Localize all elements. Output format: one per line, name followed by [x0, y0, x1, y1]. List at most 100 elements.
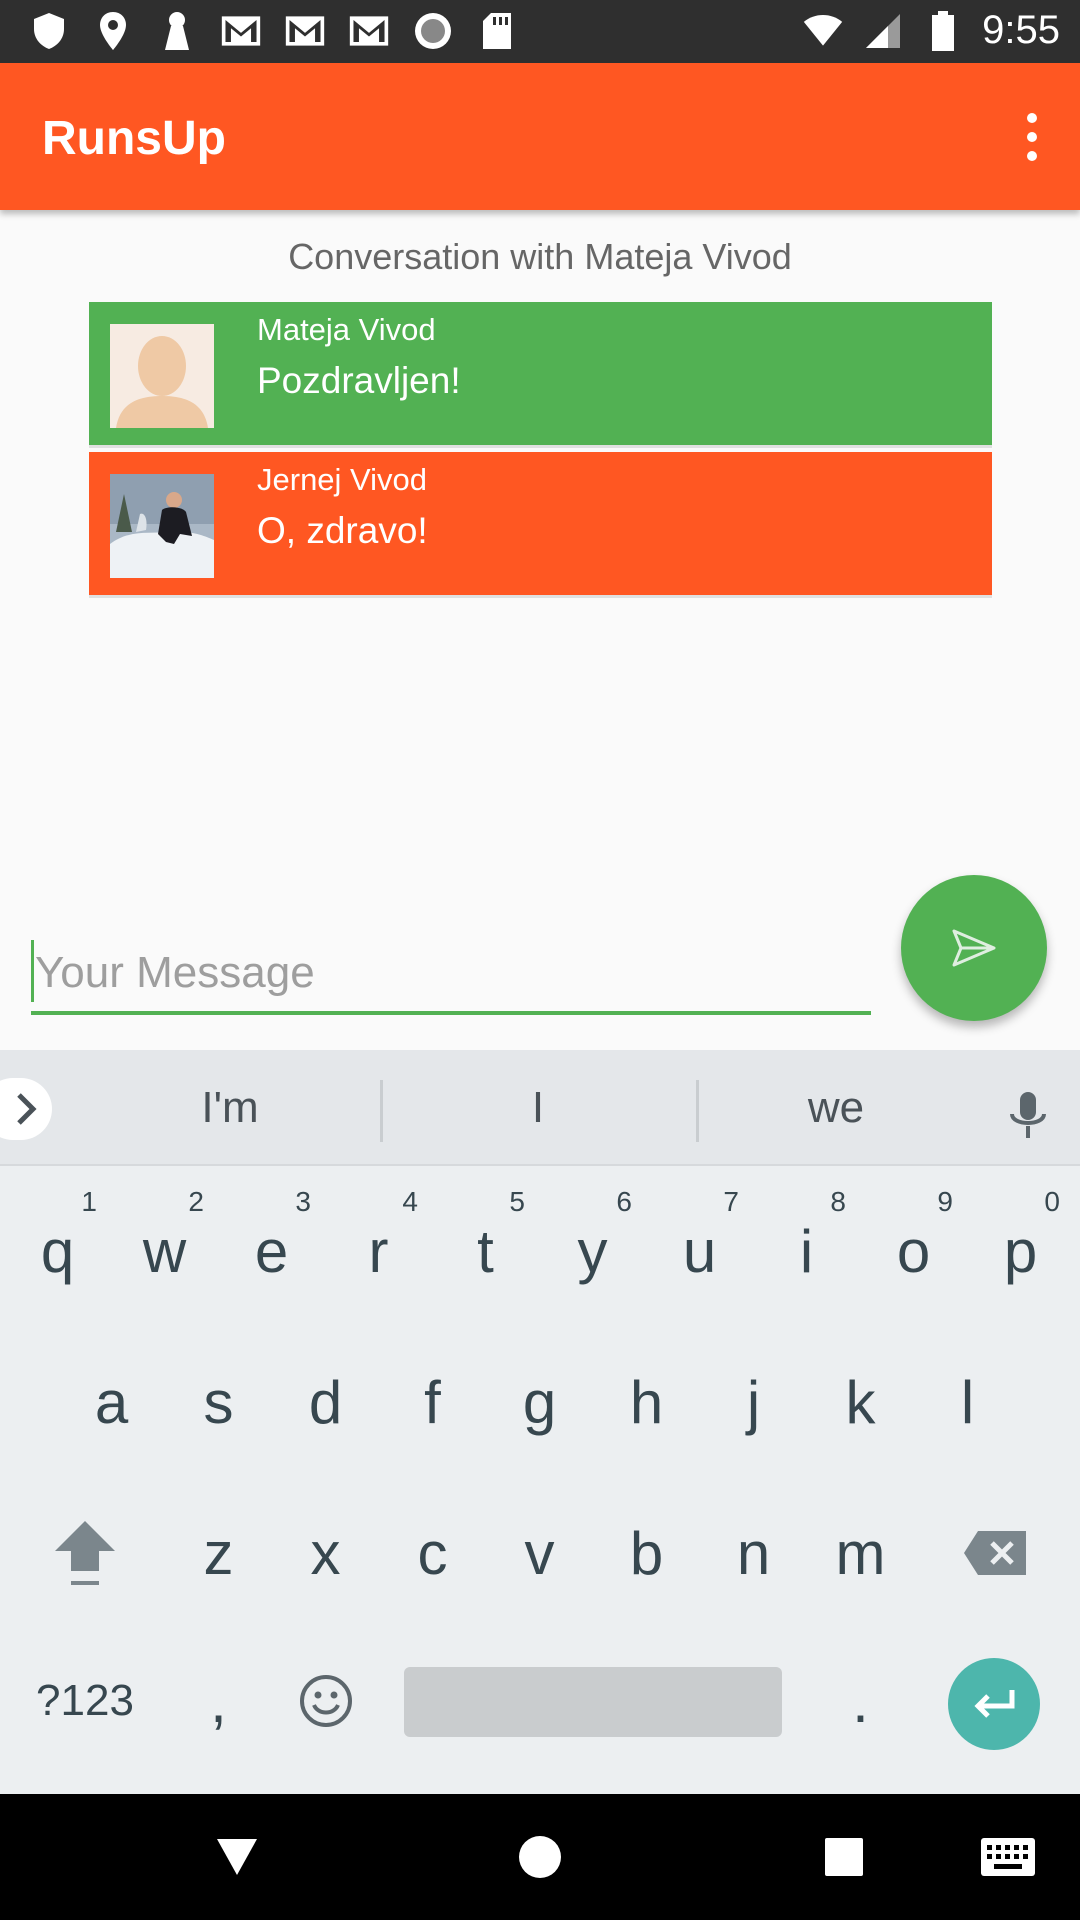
shift-icon — [55, 1521, 115, 1585]
key-j[interactable]: j — [700, 1327, 807, 1477]
key-d[interactable]: d — [272, 1327, 379, 1477]
keyboard-icon — [981, 1838, 1035, 1876]
conversation-title: Conversation with Mateja Vivod — [288, 236, 792, 277]
message-text: O, zdravo! — [257, 510, 428, 551]
message-input[interactable] — [31, 935, 871, 1015]
key-v[interactable]: v — [486, 1478, 593, 1628]
location-icon — [92, 10, 134, 52]
key-p[interactable]: p0 — [967, 1176, 1074, 1326]
back-triangle-icon — [217, 1839, 257, 1875]
key-hint: 8 — [830, 1186, 846, 1217]
status-time: 9:55 — [982, 8, 1060, 52]
message-author: Mateja Vivod — [257, 312, 436, 347]
shift-key[interactable] — [30, 1478, 140, 1628]
message-item[interactable]: Jernej Vivod O, zdravo! — [89, 452, 992, 598]
back-button[interactable] — [204, 1824, 270, 1890]
enter-key[interactable] — [948, 1658, 1040, 1750]
key-k[interactable]: k — [807, 1327, 914, 1477]
keyboard-switch-button[interactable] — [968, 1824, 1048, 1890]
key-f[interactable]: f — [379, 1327, 486, 1477]
key-hint: 6 — [616, 1186, 632, 1217]
key-e[interactable]: e3 — [218, 1176, 325, 1326]
gmail-icon — [284, 10, 326, 52]
key-y[interactable]: y6 — [539, 1176, 646, 1326]
avatar — [110, 324, 214, 428]
suggestion-item[interactable]: I — [380, 1050, 696, 1166]
key-label: y — [577, 1217, 608, 1285]
key-x[interactable]: x — [272, 1478, 379, 1628]
message-author: Jernej Vivod — [257, 462, 428, 497]
signal-icon — [862, 10, 904, 52]
key-c[interactable]: c — [379, 1478, 486, 1628]
key-q[interactable]: q1 — [4, 1176, 111, 1326]
expand-suggestions-button[interactable] — [0, 1078, 52, 1140]
comma-key[interactable]: , — [165, 1626, 272, 1776]
key-r[interactable]: r4 — [325, 1176, 432, 1326]
period-key[interactable]: . — [807, 1626, 914, 1776]
key-label: e — [254, 1217, 289, 1285]
key-hint: 9 — [937, 1186, 953, 1217]
key-g[interactable]: g — [486, 1327, 593, 1477]
key-label: t — [477, 1217, 494, 1285]
battery-icon — [922, 10, 964, 52]
gmail-icon — [220, 10, 262, 52]
key-l[interactable]: l — [914, 1327, 1021, 1477]
key-w[interactable]: w2 — [111, 1176, 218, 1326]
text-cursor — [31, 940, 34, 1002]
sd-card-icon — [476, 10, 518, 52]
key-label: p — [1003, 1217, 1038, 1285]
key-a[interactable]: a — [58, 1327, 165, 1477]
avatar — [110, 474, 214, 578]
gmail-icon — [348, 10, 390, 52]
key-label: i — [799, 1217, 814, 1285]
key-hint: 5 — [509, 1186, 525, 1217]
key-i[interactable]: i8 — [753, 1176, 860, 1326]
enter-icon — [974, 1690, 1015, 1718]
key-hint: 4 — [402, 1186, 418, 1217]
suggestion-item[interactable]: I'm — [80, 1050, 380, 1166]
record-icon — [412, 10, 454, 52]
key-u[interactable]: u7 — [646, 1176, 753, 1326]
send-icon — [952, 929, 996, 967]
key-n[interactable]: n — [700, 1478, 807, 1628]
key-hint: 1 — [81, 1186, 97, 1217]
wifi-icon — [802, 10, 844, 52]
shield-icon — [28, 10, 70, 52]
recents-square-icon — [825, 1838, 863, 1876]
key-s[interactable]: s — [165, 1327, 272, 1477]
suggestion-item[interactable]: we — [696, 1050, 976, 1166]
key-label: q — [40, 1217, 75, 1285]
app-title: RunsUp — [42, 112, 226, 165]
more-vert-icon[interactable] — [1012, 107, 1052, 167]
app-bar: RunsUp — [0, 63, 1080, 210]
key-hint: 7 — [723, 1186, 739, 1217]
key-hint: 0 — [1044, 1186, 1060, 1217]
recents-button[interactable] — [811, 1824, 877, 1890]
key-label: u — [682, 1217, 717, 1285]
key-z[interactable]: z — [165, 1478, 272, 1628]
key-o[interactable]: o9 — [860, 1176, 967, 1326]
message-item[interactable]: Mateja Vivod Pozdravljen! — [89, 302, 992, 448]
key-hint: 3 — [295, 1186, 311, 1217]
keyhole-icon — [156, 10, 198, 52]
symbols-key[interactable]: ?123 — [10, 1626, 160, 1776]
key-t[interactable]: t5 — [432, 1176, 539, 1326]
space-key[interactable] — [404, 1667, 782, 1737]
key-label: o — [896, 1217, 931, 1285]
key-m[interactable]: m — [807, 1478, 914, 1628]
key-hint: 2 — [188, 1186, 204, 1217]
backspace-icon — [964, 1531, 1026, 1575]
send-button[interactable] — [901, 875, 1047, 1021]
suggestion-strip: I'm I we — [0, 1050, 1080, 1166]
microphone-icon[interactable] — [1000, 1088, 1056, 1144]
emoji-icon — [299, 1675, 352, 1727]
key-h[interactable]: h — [593, 1327, 700, 1477]
key-b[interactable]: b — [593, 1478, 700, 1628]
backspace-key[interactable] — [940, 1478, 1050, 1628]
chevron-right-icon — [17, 1093, 37, 1125]
key-label: w — [142, 1217, 187, 1285]
home-button[interactable] — [507, 1824, 573, 1890]
emoji-key[interactable] — [272, 1626, 379, 1776]
message-text: Pozdravljen! — [257, 360, 461, 401]
home-circle-icon — [519, 1836, 561, 1878]
